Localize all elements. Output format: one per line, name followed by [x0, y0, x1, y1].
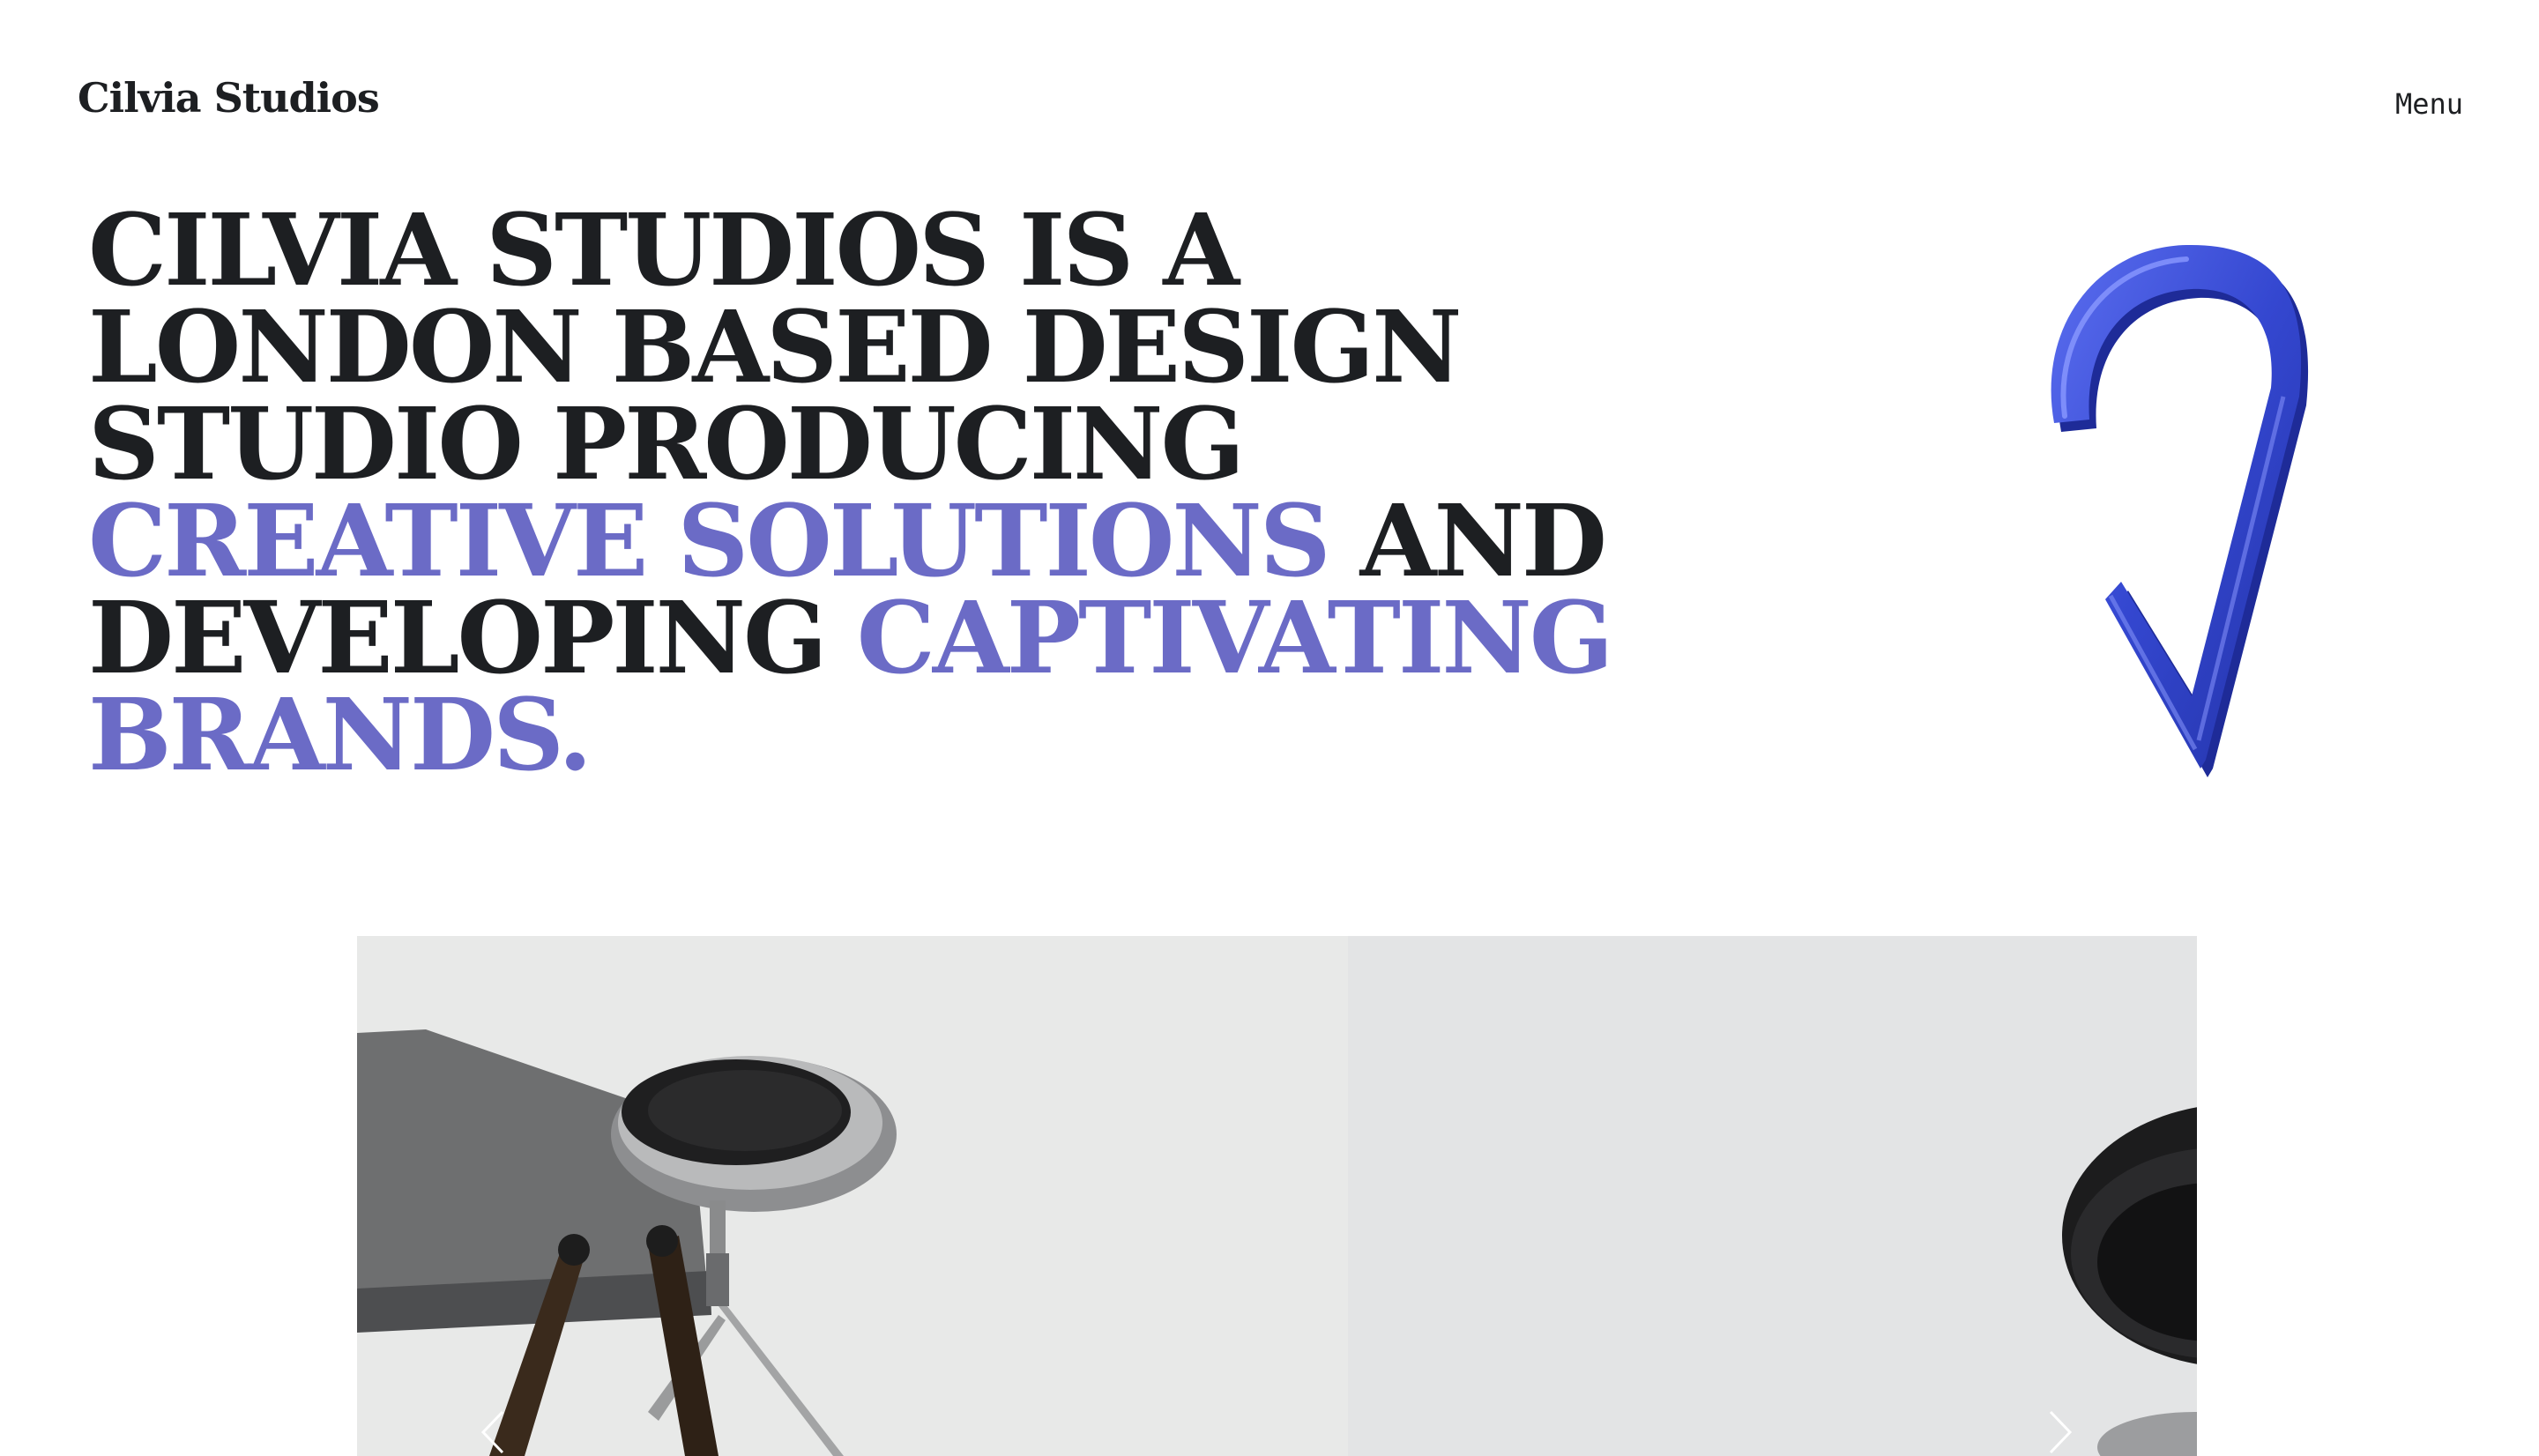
- menu-button[interactable]: Menu: [2395, 90, 2463, 118]
- headline-line: creative solutions and: [88, 493, 1763, 591]
- headline-accent-text: brands.: [88, 678, 592, 793]
- headline-line: developing captivating: [88, 590, 1763, 688]
- headline-line: London based design: [88, 299, 1763, 397]
- brand-logo[interactable]: Cilvia Studios: [78, 78, 380, 118]
- headline-line: brands.: [88, 687, 1763, 785]
- chevron-right-icon[interactable]: [2042, 1408, 2077, 1456]
- speaker-render[interactable]: [1348, 936, 2197, 1456]
- project-slider[interactable]: [357, 936, 2197, 1456]
- chevron-left-icon[interactable]: [476, 1408, 511, 1456]
- blue-hook-icon: [2019, 220, 2327, 784]
- hero-headline: Cilvia Studios is a London based design st…: [88, 202, 1763, 785]
- drum-stool-render[interactable]: [357, 936, 1348, 1456]
- headline-line: Cilvia Studios is a: [88, 202, 1763, 301]
- headline-line: studio producing: [88, 396, 1763, 494]
- headline-accent-text: captivating: [856, 581, 1614, 696]
